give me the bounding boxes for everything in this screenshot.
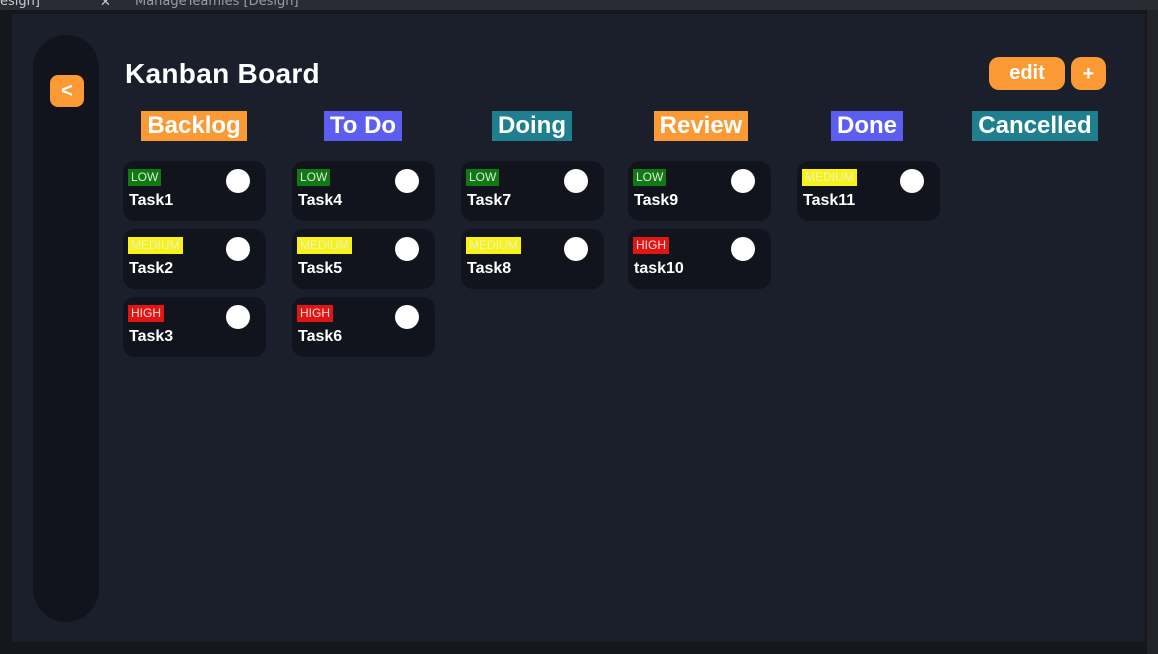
task-card[interactable]: MEDIUM Task8 <box>461 229 604 289</box>
column-header: Done <box>831 111 903 141</box>
priority-badge: MEDIUM <box>466 237 521 254</box>
kanban-window: < Kanban Board edit + Backlog LOW Task1 MED… <box>12 14 1145 642</box>
sidebar: < <box>33 35 99 622</box>
column-header: Backlog <box>141 111 247 141</box>
task-name: Task6 <box>298 328 343 345</box>
add-task-button[interactable]: + <box>1071 57 1106 90</box>
task-complete-toggle[interactable] <box>564 169 588 193</box>
task-name: Task5 <box>298 260 343 277</box>
priority-badge: HIGH <box>128 305 164 322</box>
task-complete-toggle[interactable] <box>226 169 250 193</box>
column-to-do: To Do <box>288 111 438 141</box>
task-complete-toggle[interactable] <box>226 237 250 261</box>
task-complete-toggle[interactable] <box>900 169 924 193</box>
task-card[interactable]: MEDIUM Task5 <box>292 229 435 289</box>
close-icon[interactable]: ✕ <box>100 0 111 10</box>
task-card[interactable]: LOW Task7 <box>461 161 604 221</box>
task-card[interactable]: MEDIUM Task2 <box>123 229 266 289</box>
task-name: Task2 <box>129 260 174 277</box>
column-cancelled: Cancelled <box>960 111 1110 141</box>
task-card[interactable]: LOW Task9 <box>628 161 771 221</box>
task-name: Task1 <box>129 192 174 209</box>
column-header: Review <box>653 111 749 141</box>
edit-button[interactable]: edit <box>989 57 1065 90</box>
back-button[interactable]: < <box>50 75 84 107</box>
priority-badge: LOW <box>466 169 500 186</box>
task-card[interactable]: HIGH Task3 <box>123 297 266 357</box>
task-complete-toggle[interactable] <box>395 305 419 329</box>
column-backlog: Backlog <box>119 111 269 141</box>
priority-badge: HIGH <box>633 237 669 254</box>
task-complete-toggle[interactable] <box>226 305 250 329</box>
task-name: Task4 <box>298 192 343 209</box>
column-header: Doing <box>492 111 572 141</box>
column-done: Done <box>792 111 942 141</box>
column-header: Cancelled <box>972 111 1098 141</box>
task-name: Task7 <box>467 192 512 209</box>
ide-tab-title[interactable]: ManageTeamles [Design] <box>135 0 299 9</box>
task-name: task10 <box>634 260 684 277</box>
column-header: To Do <box>323 111 403 141</box>
task-card[interactable]: HIGH task10 <box>628 229 771 289</box>
task-card[interactable]: MEDIUM Task11 <box>797 161 940 221</box>
ide-right-gutter <box>1147 10 1158 654</box>
ide-tab-strip: esign] ✕ ManageTeamles [Design] <box>0 0 1158 10</box>
task-complete-toggle[interactable] <box>731 169 755 193</box>
ide-tab-label[interactable]: esign] <box>0 0 40 9</box>
column-doing: Doing <box>457 111 607 141</box>
task-card[interactable]: LOW Task4 <box>292 161 435 221</box>
priority-badge: HIGH <box>297 305 333 322</box>
priority-badge: MEDIUM <box>297 237 352 254</box>
task-card[interactable]: HIGH Task6 <box>292 297 435 357</box>
priority-badge: LOW <box>633 169 667 186</box>
column-review: Review <box>626 111 776 141</box>
priority-badge: LOW <box>297 169 331 186</box>
task-complete-toggle[interactable] <box>395 169 419 193</box>
task-name: Task8 <box>467 260 512 277</box>
priority-badge: MEDIUM <box>128 237 183 254</box>
task-complete-toggle[interactable] <box>564 237 588 261</box>
task-name: Task9 <box>634 192 679 209</box>
priority-badge: MEDIUM <box>802 169 857 186</box>
page-title: Kanban Board <box>125 58 320 89</box>
task-complete-toggle[interactable] <box>731 237 755 261</box>
task-name: Task3 <box>129 328 174 345</box>
task-complete-toggle[interactable] <box>395 237 419 261</box>
task-name: Task11 <box>803 192 856 209</box>
priority-badge: LOW <box>128 169 162 186</box>
task-card[interactable]: LOW Task1 <box>123 161 266 221</box>
